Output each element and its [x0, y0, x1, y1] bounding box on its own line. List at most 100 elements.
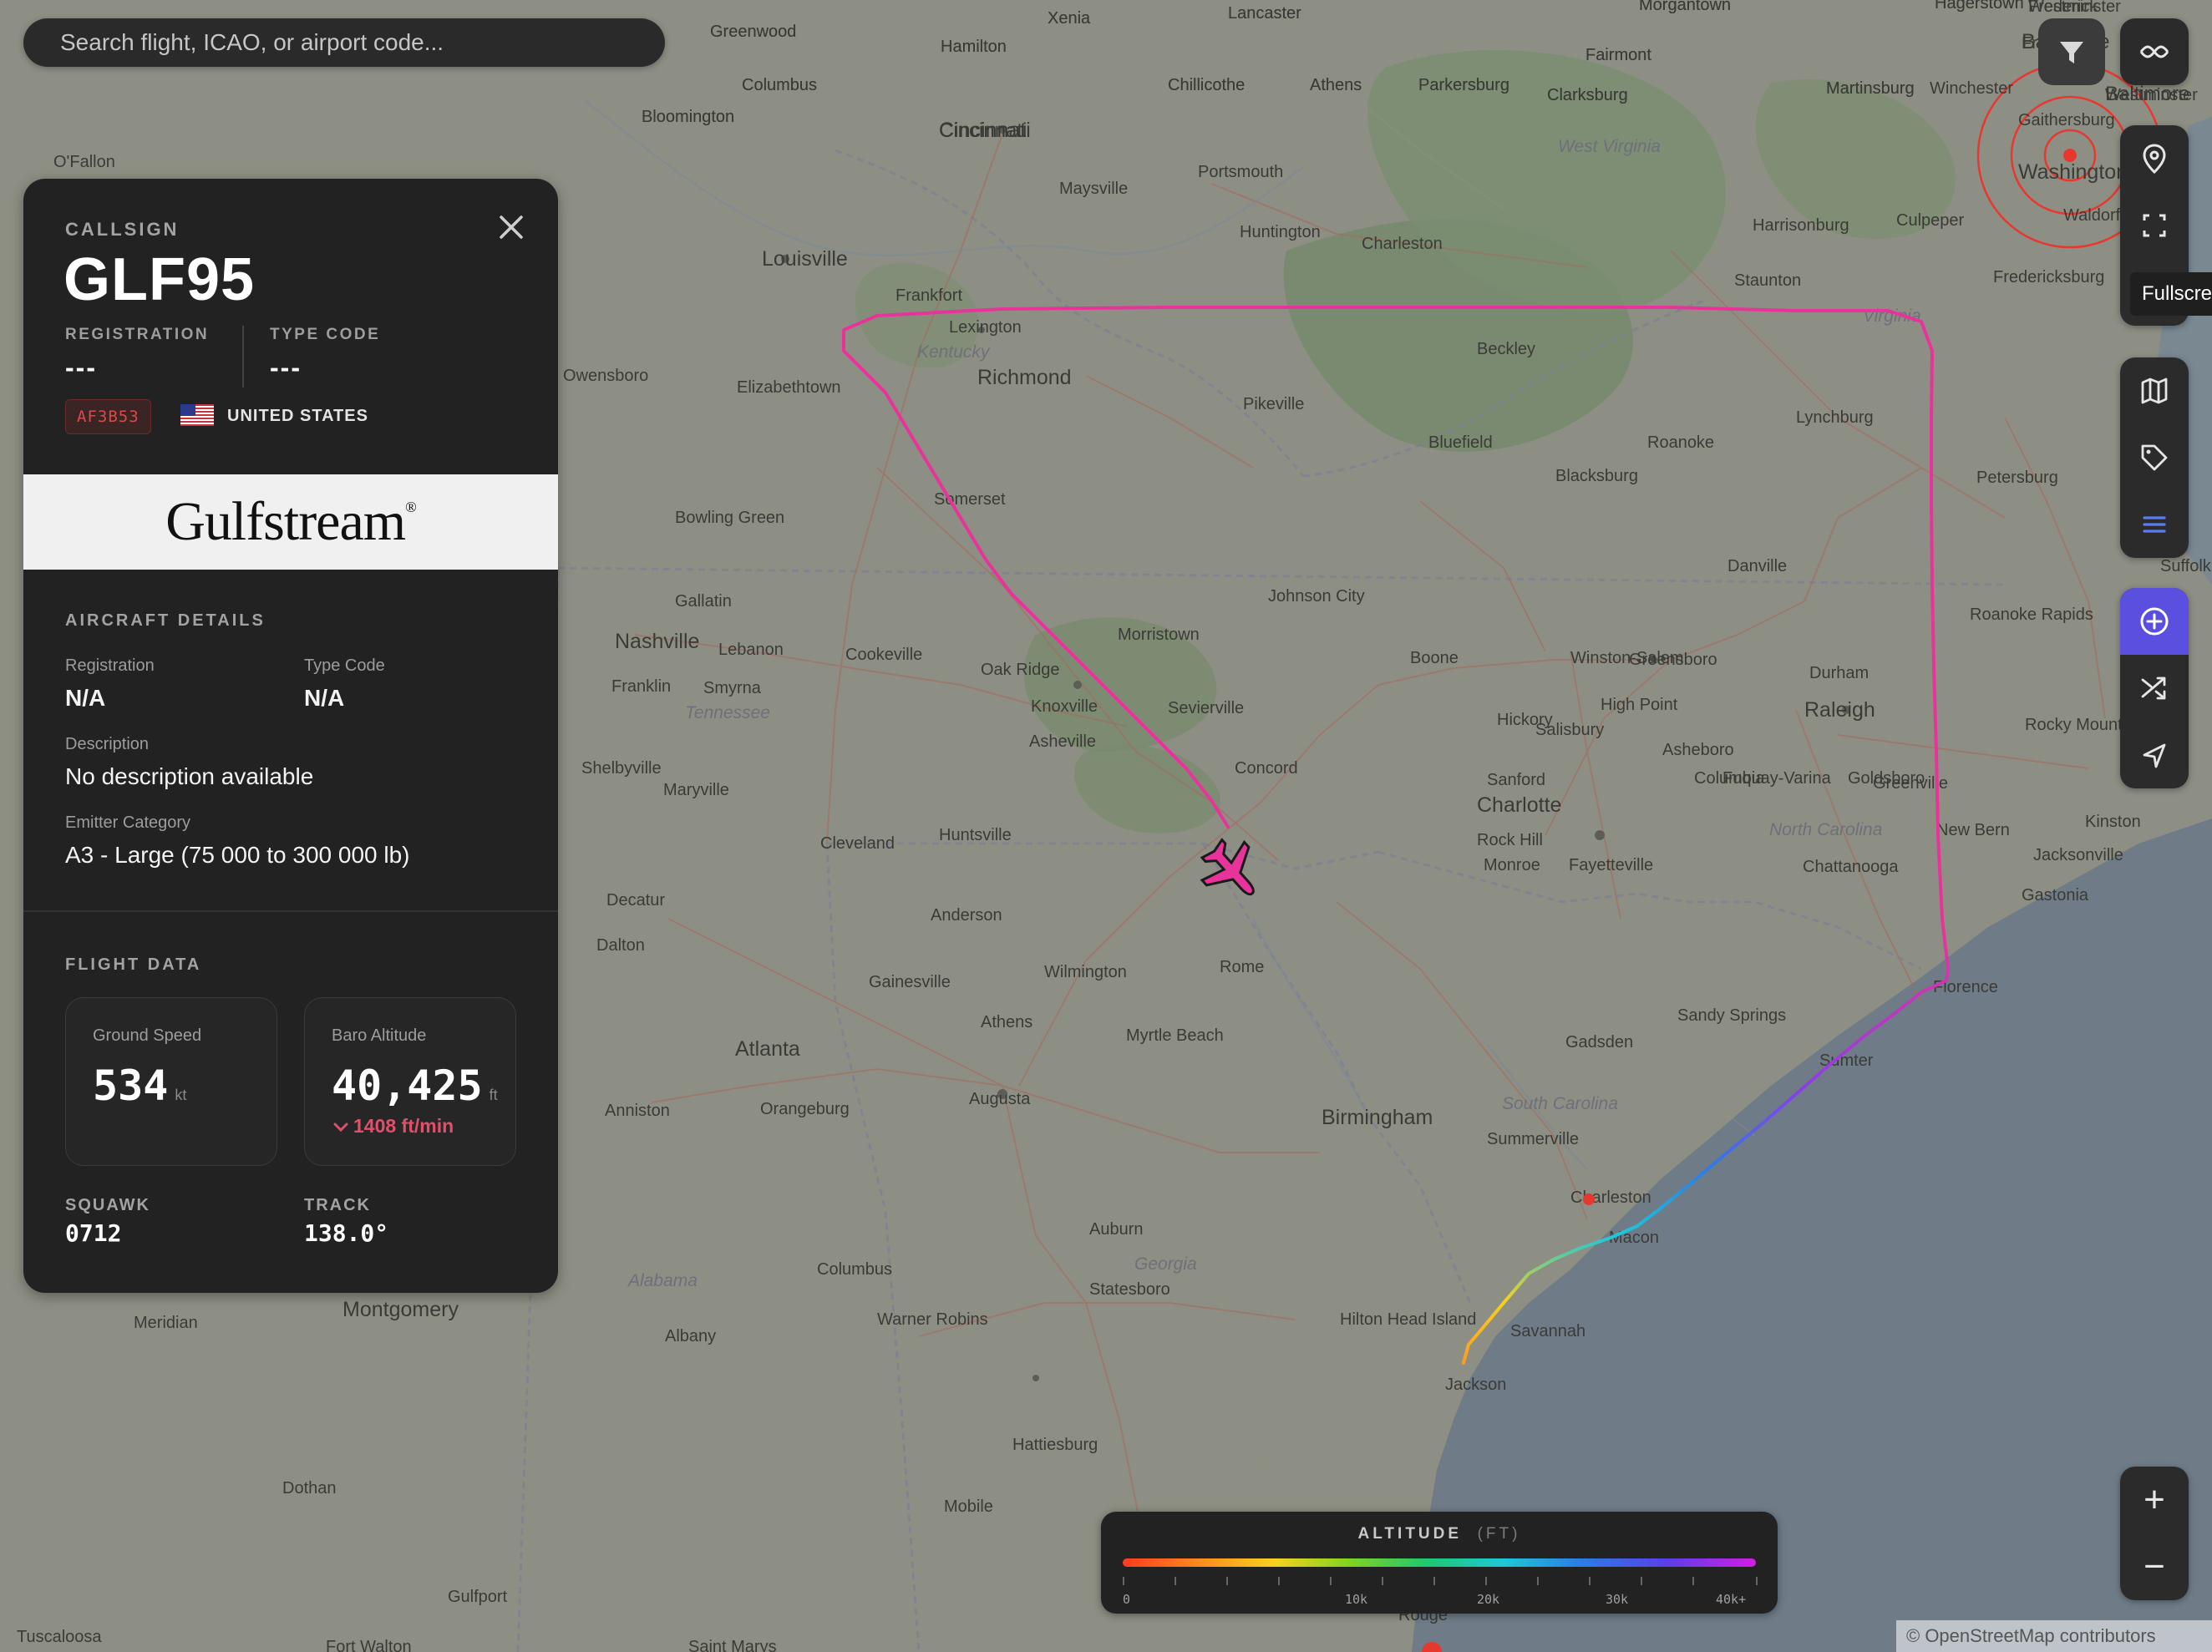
city-label: Lancaster	[1228, 4, 1301, 23]
city-label: Knoxville	[1031, 697, 1098, 716]
legend-tick	[1174, 1577, 1176, 1585]
chevron-down-icon	[333, 1122, 348, 1133]
city-label: Rocky Mount	[2025, 716, 2123, 734]
city-label: Boone	[1410, 649, 1459, 667]
zoom-out-button[interactable]: −	[2120, 1533, 2189, 1600]
legend-tick-label: 30k	[1606, 1592, 1629, 1607]
city-label: Wilmington	[1044, 963, 1127, 981]
city-label: Orangeburg	[760, 1100, 850, 1118]
legend-unit: (FT)	[1477, 1525, 1521, 1543]
city-label: Kinston	[2085, 813, 2141, 831]
legend-tick	[1641, 1577, 1642, 1585]
city-label: Nashville	[615, 630, 699, 653]
city-label: Charleston	[1362, 235, 1443, 253]
city-label: Roanoke Rapids	[1970, 606, 2093, 624]
city-label: Hattiesburg	[1012, 1436, 1098, 1454]
city-label: Maysville	[1059, 180, 1128, 198]
city-label: Westminster	[2105, 86, 2198, 104]
city-label: Gastonia	[2022, 886, 2089, 905]
city-label: Frankfort	[895, 286, 962, 305]
legend-tick	[1756, 1577, 1758, 1585]
city-label: Summerville	[1487, 1130, 1579, 1148]
legend-tick-label: 10k	[1345, 1592, 1368, 1607]
city-label: Athens	[1310, 76, 1362, 94]
toolbar-tools	[2120, 588, 2189, 788]
add-button[interactable]	[2120, 588, 2189, 655]
legend-tick	[1382, 1577, 1383, 1585]
type-code-label: TYPE CODE	[270, 326, 381, 343]
city-label: Johnson City	[1268, 587, 1365, 606]
city-label: Staunton	[1734, 271, 1801, 290]
registration-value: ---	[65, 352, 97, 383]
city-label: Lebanon	[718, 641, 784, 659]
city-label: Montgomery	[342, 1298, 459, 1321]
state-label-west-virginia: West Virginia	[1558, 137, 1661, 156]
state-label-south-carolina: South Carolina	[1502, 1094, 1618, 1113]
legend-tick	[1123, 1577, 1124, 1585]
fullscreen-button[interactable]	[2120, 192, 2189, 259]
filter-button[interactable]	[2038, 18, 2105, 85]
baro-altitude-label: Baro Altitude	[332, 1026, 427, 1045]
divider	[23, 910, 558, 912]
legend-tick	[1226, 1577, 1228, 1585]
city-label: Athens	[981, 1013, 1032, 1031]
legend-tick	[1330, 1577, 1332, 1585]
registration-block: REGISTRATION ---	[65, 326, 209, 383]
squawk-label: SQUAWK	[65, 1196, 150, 1214]
search-bar[interactable]	[23, 18, 665, 67]
city-label: Cookeville	[845, 646, 922, 664]
squawk-value: 0712	[65, 1219, 122, 1247]
city-label: Bowling Green	[675, 509, 784, 527]
legend-tick	[1278, 1577, 1280, 1585]
city-label: Anniston	[605, 1102, 670, 1120]
city-label: Jacksonville	[2033, 846, 2123, 864]
random-aircraft-button[interactable]	[2120, 655, 2189, 722]
labels-button[interactable]	[2120, 424, 2189, 491]
city-label: Franklin	[611, 677, 671, 696]
ad-type-code-value: N/A	[304, 685, 345, 711]
city-label: Charlotte	[1477, 793, 1561, 817]
add-circle-icon	[2140, 607, 2169, 636]
navigate-button[interactable]	[2120, 722, 2189, 788]
shuffle-icon	[2141, 677, 2166, 700]
city-label: Bluefield	[1428, 433, 1493, 452]
fullscreen-tooltip: Fullscreen	[2130, 272, 2212, 316]
airport-marker[interactable]	[1583, 1193, 1595, 1205]
search-input[interactable]	[58, 28, 630, 57]
state-label-alabama: Alabama	[627, 1271, 698, 1290]
city-label: Danville	[1727, 557, 1787, 575]
type-code-value: ---	[270, 352, 302, 383]
list-button[interactable]	[2120, 491, 2189, 558]
close-icon[interactable]	[493, 209, 530, 246]
zoom-in-button[interactable]: +	[2120, 1467, 2189, 1533]
layers-toggle-icon	[2139, 45, 2169, 58]
map-attribution[interactable]: © OpenStreetMap contributors	[1896, 1620, 2212, 1652]
city-label: New Bern	[1936, 821, 2010, 839]
city-label: Smyrna	[703, 679, 762, 697]
location-pin-icon	[2143, 144, 2166, 175]
locate-button[interactable]	[2120, 125, 2189, 192]
city-label: Durham	[1809, 664, 1869, 682]
state-label-north-carolina: North Carolina	[1769, 820, 1882, 839]
city-label: Washington	[2018, 160, 2128, 184]
track-value: 138.0°	[304, 1219, 389, 1247]
city-label: Salisbury	[1535, 721, 1604, 739]
city-label: Frederick	[2028, 0, 2098, 16]
altitude-gradient-bar	[1123, 1558, 1756, 1567]
legend-tick	[1589, 1577, 1591, 1585]
city-label: Morristown	[1118, 626, 1200, 644]
state-label-kentucky: Kentucky	[917, 342, 991, 362]
city-label: Winchester	[1930, 79, 2013, 98]
ad-registration-label: Registration	[65, 656, 155, 675]
city-label: Parkersburg	[1418, 76, 1509, 94]
map-style-button[interactable]	[2120, 357, 2189, 424]
operator-logo: Gulfstream®	[23, 474, 558, 570]
layers-toggle-button[interactable]	[2120, 18, 2189, 85]
city-label: Suffolk	[2160, 557, 2212, 575]
divider	[242, 326, 244, 388]
city-label: Fayetteville	[1569, 856, 1653, 874]
city-label: Jackson	[1445, 1376, 1506, 1394]
city-label: Fairmont	[1585, 46, 1651, 64]
city-label: Huntsville	[939, 826, 1012, 844]
city-label: Dothan	[282, 1479, 337, 1497]
